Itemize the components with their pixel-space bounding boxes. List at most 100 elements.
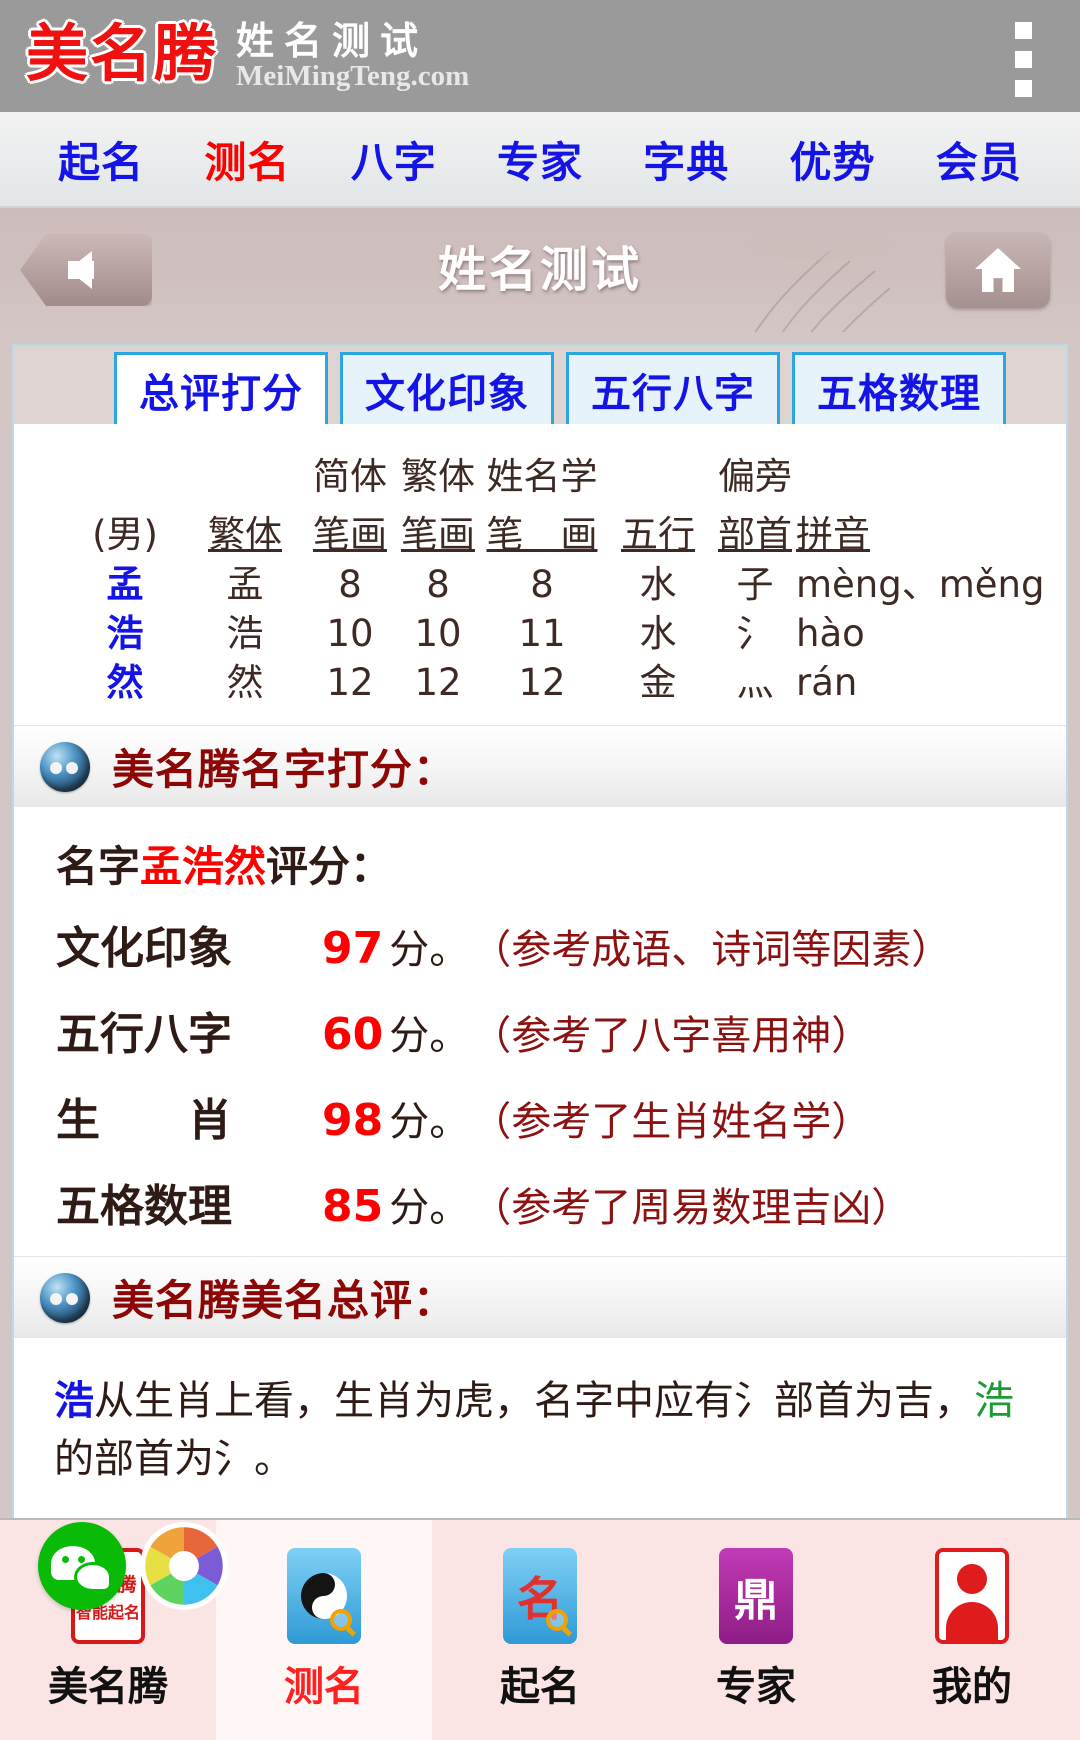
score-note: （参考了生肖姓名学） (471, 1099, 872, 1146)
cell-xmx: 8 (530, 563, 554, 606)
score-note: （参考成语、诗词等因素） (471, 927, 952, 974)
cell-wuxing: 金 (639, 661, 677, 705)
score-title-prefix: 名字 (56, 842, 141, 892)
main-nav: 起名 测名 八字 专家 字典 优势 会员 (0, 112, 1080, 208)
bottom-tab-label: 测名 (284, 1664, 364, 1710)
table-row: 孟 孟 8 8 8 水 子 mèng、měng (66, 560, 1045, 609)
cell-char: 孟 (106, 563, 144, 606)
th-jianti-bihua: 笔画 (313, 513, 387, 556)
score-value: 85 (322, 1181, 384, 1233)
nav-item-ceming[interactable]: 测名 (204, 129, 290, 190)
brand-domain: MeiMingTeng.com (236, 59, 470, 92)
bottom-tab-ceming[interactable]: 测名 (216, 1520, 432, 1740)
cell-bushou: 子 (736, 563, 774, 606)
cell-fanti: 然 (226, 661, 264, 705)
score-list: 名字孟浩然评分： 文化印象 97 分。 （参考成语、诗词等因素） 五行八字 60… (14, 807, 1066, 1234)
table-row: 浩 浩 10 10 11 水 氵 hào (66, 609, 1045, 658)
table-row: 然 然 12 12 12 金 灬 rán (66, 658, 1045, 707)
th-wuxing: 五行 (621, 513, 695, 556)
kebab-dot-2 (1015, 51, 1032, 68)
score-row-shengxiao: 生 肖 98 分。 （参考了生肖姓名学） (56, 1084, 1066, 1148)
kebab-dot-1 (1015, 22, 1032, 39)
bottom-tab-wode[interactable]: 我的 (864, 1520, 1080, 1740)
score-row-wuge-shuli: 五格数理 85 分。 （参考了周易数理吉凶） (56, 1170, 1066, 1234)
nav-item-zidian[interactable]: 字典 (643, 129, 729, 190)
floating-share-buttons (38, 1522, 228, 1610)
cell-char: 然 (106, 661, 144, 705)
cell-fantib: 8 (426, 563, 450, 606)
score-label: 文化印象 (56, 923, 232, 975)
kebab-dot-3 (1015, 80, 1032, 97)
table-header-row: (男) 繁体 笔画 笔画 笔 画 五行 部首 拼音 (66, 502, 1045, 560)
home-icon (975, 248, 1021, 292)
score-label: 五格数理 (56, 1181, 232, 1233)
summary-section-heading: 美名腾美名总评： (14, 1256, 1066, 1339)
th-bushou: 部首 (718, 513, 792, 556)
nav-item-huiyuan[interactable]: 会员 (936, 129, 1022, 190)
cell-bushou: 氵 (736, 612, 774, 656)
th-jianti: 简体 (313, 455, 387, 498)
score-value: 60 (322, 1009, 384, 1061)
th-xingmingxue: 姓名学 (486, 455, 598, 498)
th-xmx-bihua: 笔 画 (486, 513, 598, 556)
table-top-header-row: 简体 繁体 姓名学 偏旁 (66, 444, 1045, 502)
paragraph-text-2: 的部首为氵。 (54, 1436, 294, 1483)
yinyang-orb-icon (40, 1272, 90, 1323)
tab-wenhua-yinxiang[interactable]: 文化印象 (340, 352, 554, 424)
score-heading-text: 美名腾名字打分： (112, 745, 457, 795)
th-pinyin: 拼音 (796, 513, 870, 556)
nav-item-bazi[interactable]: 八字 (351, 129, 437, 190)
score-label: 五行八字 (56, 1009, 232, 1061)
th-fanti: 繁体 (401, 455, 475, 498)
nav-item-youshi[interactable]: 优势 (790, 129, 876, 190)
th-gender: (男) (92, 513, 158, 556)
result-card: 总评打分 文化印象 五行八字 五格数理 简体 繁体 姓名学 偏旁 (男) 繁体 … (12, 344, 1068, 1630)
kebab-menu-icon[interactable] (1015, 22, 1032, 97)
score-note: （参考了八字喜用神） (471, 1013, 872, 1060)
nav-item-zhuanjia[interactable]: 专家 (497, 129, 583, 190)
home-button[interactable] (946, 232, 1050, 308)
bottom-tab-zhuanjia[interactable]: 鼎 专家 (648, 1520, 864, 1740)
nav-item-qiming[interactable]: 起名 (58, 129, 144, 190)
name-magnifier-icon: 名 (503, 1548, 577, 1644)
score-unit: 分。 (389, 1185, 470, 1232)
score-value: 98 (322, 1095, 384, 1147)
paragraph-text-1: 从生肖上看，生肖为虎，名字中应有氵部首为吉， (94, 1378, 974, 1425)
score-value: 97 (322, 923, 384, 975)
cell-xmx: 11 (518, 612, 566, 656)
page-title: 姓名测试 (437, 242, 642, 298)
th-fanti-col: 繁体 (208, 513, 282, 556)
tab-wuxing-bazi[interactable]: 五行八字 (566, 352, 780, 424)
cell-jianti: 12 (326, 661, 374, 705)
tab-wuge-shuli[interactable]: 五格数理 (792, 352, 1006, 424)
cell-pinyin: mèng、měng (796, 563, 1045, 606)
cell-fantib: 12 (414, 661, 462, 705)
cell-fantib: 10 (414, 612, 462, 656)
expert-seal-icon: 鼎 (719, 1548, 793, 1644)
expert-glyph: 鼎 (734, 1575, 778, 1626)
summary-paragraph: 浩从生肖上看，生肖为虎，名字中应有氵部首为吉，浩的部首为氵。 (14, 1338, 1066, 1488)
brand-bar: 美名腾 姓名测试 MeiMingTeng.com (0, 0, 1080, 112)
bottom-tab-qiming[interactable]: 名 起名 (432, 1520, 648, 1740)
camera-shutter-icon[interactable] (140, 1522, 228, 1610)
cell-bushou: 灬 (736, 661, 774, 705)
brand-title-cn: 姓名测试 (236, 17, 429, 63)
tab-zongping-dafen[interactable]: 总评打分 (114, 352, 328, 424)
wechat-share-icon[interactable] (38, 1522, 126, 1610)
score-title-name: 孟浩然 (140, 842, 267, 892)
yinyang-orb-icon (40, 741, 90, 792)
summary-heading-text: 美名腾美名总评： (112, 1276, 457, 1326)
paragraph-lead-char: 浩 (54, 1378, 94, 1425)
magnifier-glyph (330, 1609, 352, 1631)
taiji-magnifier-icon (287, 1548, 361, 1644)
cell-jianti: 10 (326, 612, 374, 656)
th-pianpang: 偏旁 (718, 455, 792, 498)
cell-jianti: 8 (338, 563, 362, 606)
paragraph-green-char: 浩 (974, 1378, 1014, 1425)
cell-char: 浩 (106, 612, 144, 656)
cell-pinyin: hào (796, 612, 865, 656)
character-table: 简体 繁体 姓名学 偏旁 (男) 繁体 笔画 笔画 笔 画 五行 部首 拼音 孟… (14, 424, 1066, 707)
app-root: 美名腾 姓名测试 MeiMingTeng.com 起名 测名 八字 专家 字典 … (0, 0, 1080, 1740)
brand-logo: 美名腾 (26, 17, 219, 90)
score-row-wenhua-yinxiang: 文化印象 97 分。 （参考成语、诗词等因素） (56, 912, 1066, 976)
